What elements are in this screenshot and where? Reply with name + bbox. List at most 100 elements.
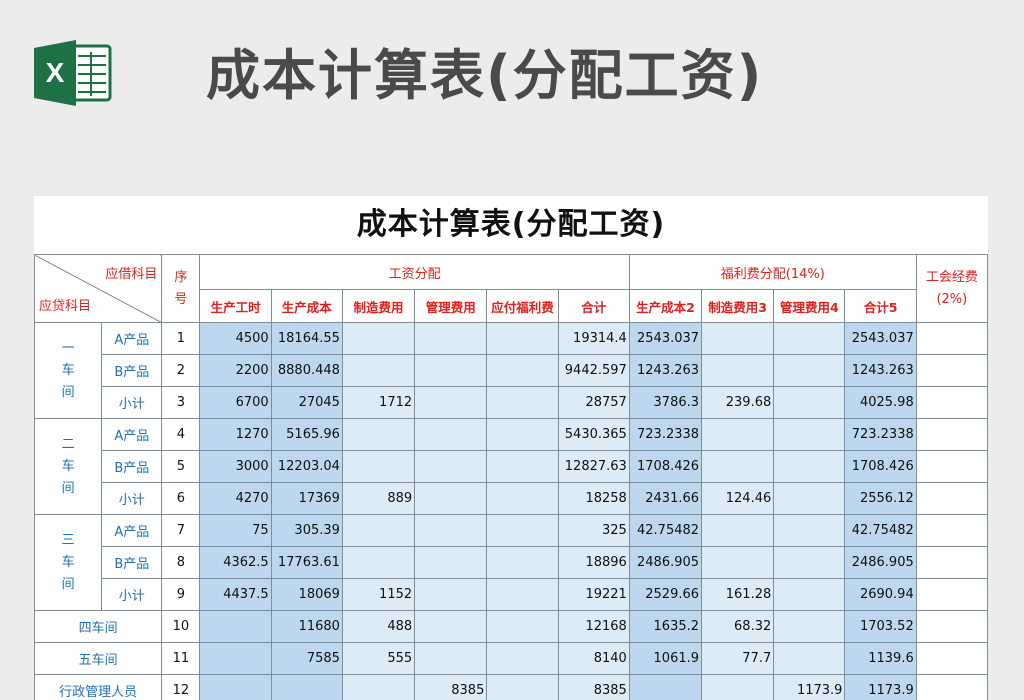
table-row: B产品 8 4362.5 17763.61 18896 2486.905 2486.905: [35, 546, 988, 579]
table-row: 四车间 10 11680 488 12168 1635.2 68.32 1703.52: [34, 610, 988, 643]
table-row: B产品 5 3000 12203.04 12827.63 1708.426 1708.426: [35, 450, 988, 483]
cell-mgmt: [414, 482, 488, 515]
welfare-allocation-header: 福利费分配(14%): [628, 254, 917, 290]
table-row: 五车间 11 7585 555 8140 1061.9 77.7 1139.6: [34, 642, 988, 675]
cell-union: [915, 514, 988, 547]
sheet-title: 成本计算表(分配工资): [356, 207, 666, 242]
cell-w-mfg: [701, 418, 775, 451]
seq-cell: 7: [161, 514, 201, 547]
excel-logo-icon: X: [34, 40, 112, 106]
item-name-cell: A产品: [101, 514, 163, 547]
cell-union: [915, 386, 988, 419]
table-row: 小计 6 4270 17369 889 18258 2431.66 124.46 2556.12: [35, 482, 988, 515]
cell-mgmt: [414, 610, 488, 643]
cell-w-mgmt: [773, 642, 846, 675]
workshop-name-cell: 一车间: [34, 322, 103, 419]
cell-prod: 305.39: [270, 514, 343, 547]
seq-cell: 2: [161, 354, 201, 387]
cell-union: [915, 578, 988, 611]
cell-welfare: [486, 482, 559, 515]
cell-w-mgmt: [773, 610, 846, 643]
cell-total: 19221: [557, 578, 630, 611]
cell-w-total: 1173.9: [844, 674, 917, 700]
cost-table: 应借科目 应贷科目 序 号 工资分配 福利费分配(14%) 工会经费 (2%) …: [34, 254, 988, 700]
cell-w-prod: 1708.426: [628, 450, 703, 483]
cell-w-mgmt: [773, 386, 846, 419]
cell-total: 28757: [557, 386, 630, 419]
cell-prod: 27045: [270, 386, 343, 419]
cell-w-prod: [628, 674, 703, 700]
workshop-name-char: 车: [61, 362, 75, 378]
cell-total: 5430.365: [557, 418, 630, 451]
cell-total: 325: [557, 514, 630, 547]
cell-welfare: [486, 322, 559, 355]
cell-w-total: 42.75482: [844, 514, 917, 547]
cell-prod: 18164.55: [270, 322, 343, 355]
column-header: 制造费用: [341, 289, 416, 323]
cell-w-prod: 2543.037: [628, 322, 703, 355]
workshop-name-char: 间: [61, 480, 75, 496]
table-row: 小计 9 4437.5 18069 1152 19221 2529.66 161.28 2690…: [35, 578, 988, 611]
seq-cell: 3: [161, 386, 201, 419]
cell-w-prod: 723.2338: [628, 418, 703, 451]
cell-total: 9442.597: [557, 354, 630, 387]
cell-union: [915, 450, 988, 483]
cell-w-prod: 2529.66: [628, 578, 703, 611]
item-name-cell: 小计: [101, 578, 163, 611]
debit-account-label: 应借科目: [105, 267, 158, 282]
diagonal-header-cell: 应借科目 应贷科目: [34, 254, 163, 323]
department-name-cell: 四车间: [34, 610, 163, 643]
cell-w-prod: 1243.263: [628, 354, 703, 387]
workshop-name-cell: 二车间: [34, 418, 103, 515]
cell-w-mgmt: [773, 322, 846, 355]
cell-w-mfg: 77.7: [701, 642, 775, 675]
cell-w-total: 1139.6: [844, 642, 917, 675]
cell-mgmt: 8385: [414, 674, 488, 700]
cell-total: 12168: [557, 610, 630, 643]
seq-cell: 10: [161, 610, 201, 643]
cell-hours: 4362.5: [199, 546, 272, 579]
credit-account-label: 应贷科目: [39, 299, 92, 314]
cell-hours: 4500: [199, 322, 272, 355]
workshop-name-char: 间: [61, 576, 75, 592]
workshop-name-char: 车: [61, 458, 75, 474]
cell-union: [915, 354, 988, 387]
cell-union: [915, 546, 988, 579]
table-row: 行政管理人员 12 8385 8385 1173.9 1173.9: [34, 674, 988, 700]
cell-w-total: 1708.426: [844, 450, 917, 483]
cell-w-mfg: 161.28: [701, 578, 775, 611]
column-header: 合计: [557, 289, 630, 323]
cell-mfg: [341, 322, 416, 355]
cell-w-prod: 2486.905: [628, 546, 703, 579]
cell-w-prod: 3786.3: [628, 386, 703, 419]
cell-hours: 4270: [199, 482, 272, 515]
seq-cell: 11: [161, 642, 201, 675]
cell-mfg: [341, 514, 416, 547]
cell-welfare: [486, 450, 559, 483]
cell-union: [915, 418, 988, 451]
cell-union: [915, 642, 988, 675]
cell-w-prod: 1635.2: [628, 610, 703, 643]
cell-welfare: [486, 386, 559, 419]
cell-mfg: 1152: [341, 578, 416, 611]
workshop-name-cell: 三车间: [34, 514, 103, 611]
column-header: 生产工时: [199, 289, 272, 323]
cell-w-mfg: [701, 514, 775, 547]
spreadsheet: 成本计算表(分配工资) 应借科目 应贷科目 序 号 工资分配 福利费分配(14%…: [34, 196, 988, 700]
cell-mgmt: [414, 450, 488, 483]
workshop-name-char: 二: [61, 436, 75, 452]
cell-welfare: [486, 514, 559, 547]
cell-total: 19314.4: [557, 322, 630, 355]
cell-mgmt: [414, 578, 488, 611]
cell-w-mfg: 239.68: [701, 386, 775, 419]
cell-mfg: 889: [341, 482, 416, 515]
cell-mgmt: [414, 514, 488, 547]
cell-w-total: 2486.905: [844, 546, 917, 579]
table-row: 三车间 A产品 7 75 305.39 325 42.75482 42.75482: [34, 514, 988, 611]
seq-cell: 5: [161, 450, 201, 483]
cell-mfg: [341, 546, 416, 579]
workshop-name-char: 间: [61, 384, 75, 400]
cell-prod: 5165.96: [270, 418, 343, 451]
cell-prod: [270, 674, 343, 700]
cell-mgmt: [414, 546, 488, 579]
